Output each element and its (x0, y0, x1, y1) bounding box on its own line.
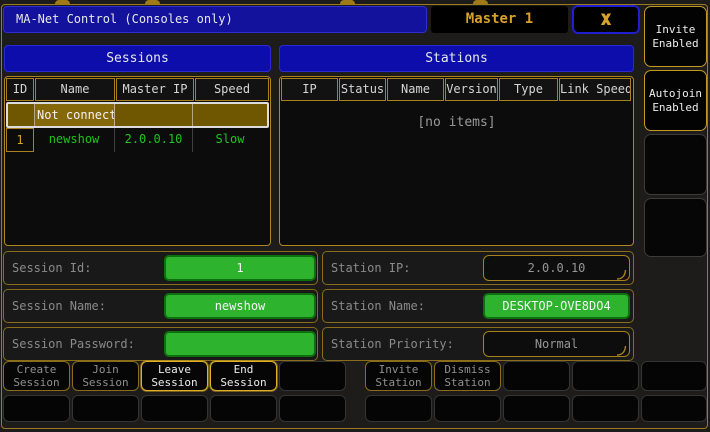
sessions-table-header: ID Name Master IP Speed (6, 78, 269, 101)
station-priority-row: Station Priority: Normal (322, 327, 634, 361)
column-header-id: ID (6, 78, 34, 101)
stations-header: Stations (279, 45, 634, 72)
leave-session-button[interactable]: Leave Session (141, 361, 208, 391)
dismiss-station-button[interactable]: Dismiss Station (434, 361, 501, 391)
station-ip-label: Station IP: (331, 261, 411, 275)
empty-action-button (572, 395, 639, 422)
column-header-version: Version (445, 78, 498, 101)
session-id-row: Session Id: 1 (3, 251, 318, 285)
session-name-label: Session Name: (12, 299, 106, 313)
column-header-name: Name (387, 78, 444, 101)
master-selector[interactable]: Master 1 (431, 6, 568, 33)
sidebar-empty-button (644, 134, 707, 195)
session-row[interactable]: 1 newshow 2.0.0.10 Slow (6, 128, 269, 152)
station-priority-label: Station Priority: (331, 337, 454, 351)
sidebar-empty-button (644, 198, 707, 257)
empty-action-button (503, 395, 570, 422)
column-header-ip: IP (281, 78, 338, 101)
station-name-value-button[interactable]: DESKTOP-OVE8DO4 (483, 293, 630, 319)
session-cell-id (8, 104, 35, 126)
invite-enabled-button[interactable]: Invite Enabled (644, 6, 707, 67)
empty-action-button (503, 361, 570, 391)
sessions-table: ID Name Master IP Speed Not connecte 1 n… (4, 76, 271, 246)
autojoin-enabled-button[interactable]: Autojoin Enabled (644, 70, 707, 131)
station-priority-input[interactable]: Normal (483, 331, 630, 357)
session-name-value-button[interactable]: newshow (164, 293, 316, 319)
empty-action-button (365, 395, 432, 422)
empty-action-button (279, 361, 346, 391)
empty-action-button (279, 395, 346, 422)
column-header-speed: Speed (195, 78, 269, 101)
end-session-button[interactable]: End Session (210, 361, 277, 391)
session-cell-speed (193, 104, 263, 126)
stations-table-header: IP Status Name Version Type Link Speed (281, 78, 632, 101)
empty-action-button (572, 361, 639, 391)
session-password-row: Session Password: (3, 327, 318, 361)
session-cell-speed: Slow (215, 132, 245, 146)
empty-action-button (3, 395, 70, 422)
empty-action-button (72, 395, 139, 422)
session-id-label: Session Id: (12, 261, 92, 275)
empty-action-button (641, 361, 707, 391)
empty-action-button (141, 395, 208, 422)
column-header-type: Type (499, 78, 558, 101)
station-name-label: Station Name: (331, 299, 425, 313)
input-curl-icon (616, 269, 627, 280)
session-id-value-button[interactable]: 1 (164, 255, 316, 281)
column-header-master-ip: Master IP (116, 78, 194, 101)
session-password-label: Session Password: (12, 337, 135, 351)
empty-action-button (434, 395, 501, 422)
window-title: MA-Net Control (Consoles only) (3, 6, 427, 33)
station-name-row: Station Name: DESKTOP-OVE8DO4 (322, 289, 634, 323)
empty-action-button (641, 395, 707, 422)
station-ip-value: 2.0.0.10 (527, 261, 586, 275)
session-cell-name: newshow (34, 128, 115, 152)
column-header-link-speed: Link Speed (559, 78, 631, 101)
join-session-button[interactable]: Join Session (72, 361, 139, 391)
session-row-selected[interactable]: Not connecte (6, 102, 269, 128)
session-cell-master-ip (115, 104, 193, 126)
session-cell-name: Not connecte (35, 104, 115, 126)
input-curl-icon (616, 345, 627, 356)
empty-action-button (210, 395, 277, 422)
session-name-row: Session Name: newshow (3, 289, 318, 323)
create-session-button[interactable]: Create Session (3, 361, 70, 391)
sessions-header: Sessions (4, 45, 271, 72)
session-password-value-button[interactable] (164, 331, 316, 357)
close-button[interactable]: X (572, 5, 640, 34)
session-cell-id: 1 (6, 128, 34, 152)
invite-station-button[interactable]: Invite Station (365, 361, 432, 391)
station-ip-input[interactable]: 2.0.0.10 (483, 255, 630, 281)
column-header-name: Name (35, 78, 115, 101)
stations-empty-text: [no items] (417, 115, 496, 130)
station-priority-value: Normal (534, 337, 579, 351)
station-ip-row: Station IP: 2.0.0.10 (322, 251, 634, 285)
stations-table: IP Status Name Version Type Link Speed [… (279, 76, 634, 246)
session-cell-master-ip: 2.0.0.10 (115, 128, 193, 152)
ma-net-control-window: { "title_bar": { "title": "MA-Net Contro… (0, 0, 710, 432)
column-header-status: Status (339, 78, 386, 101)
